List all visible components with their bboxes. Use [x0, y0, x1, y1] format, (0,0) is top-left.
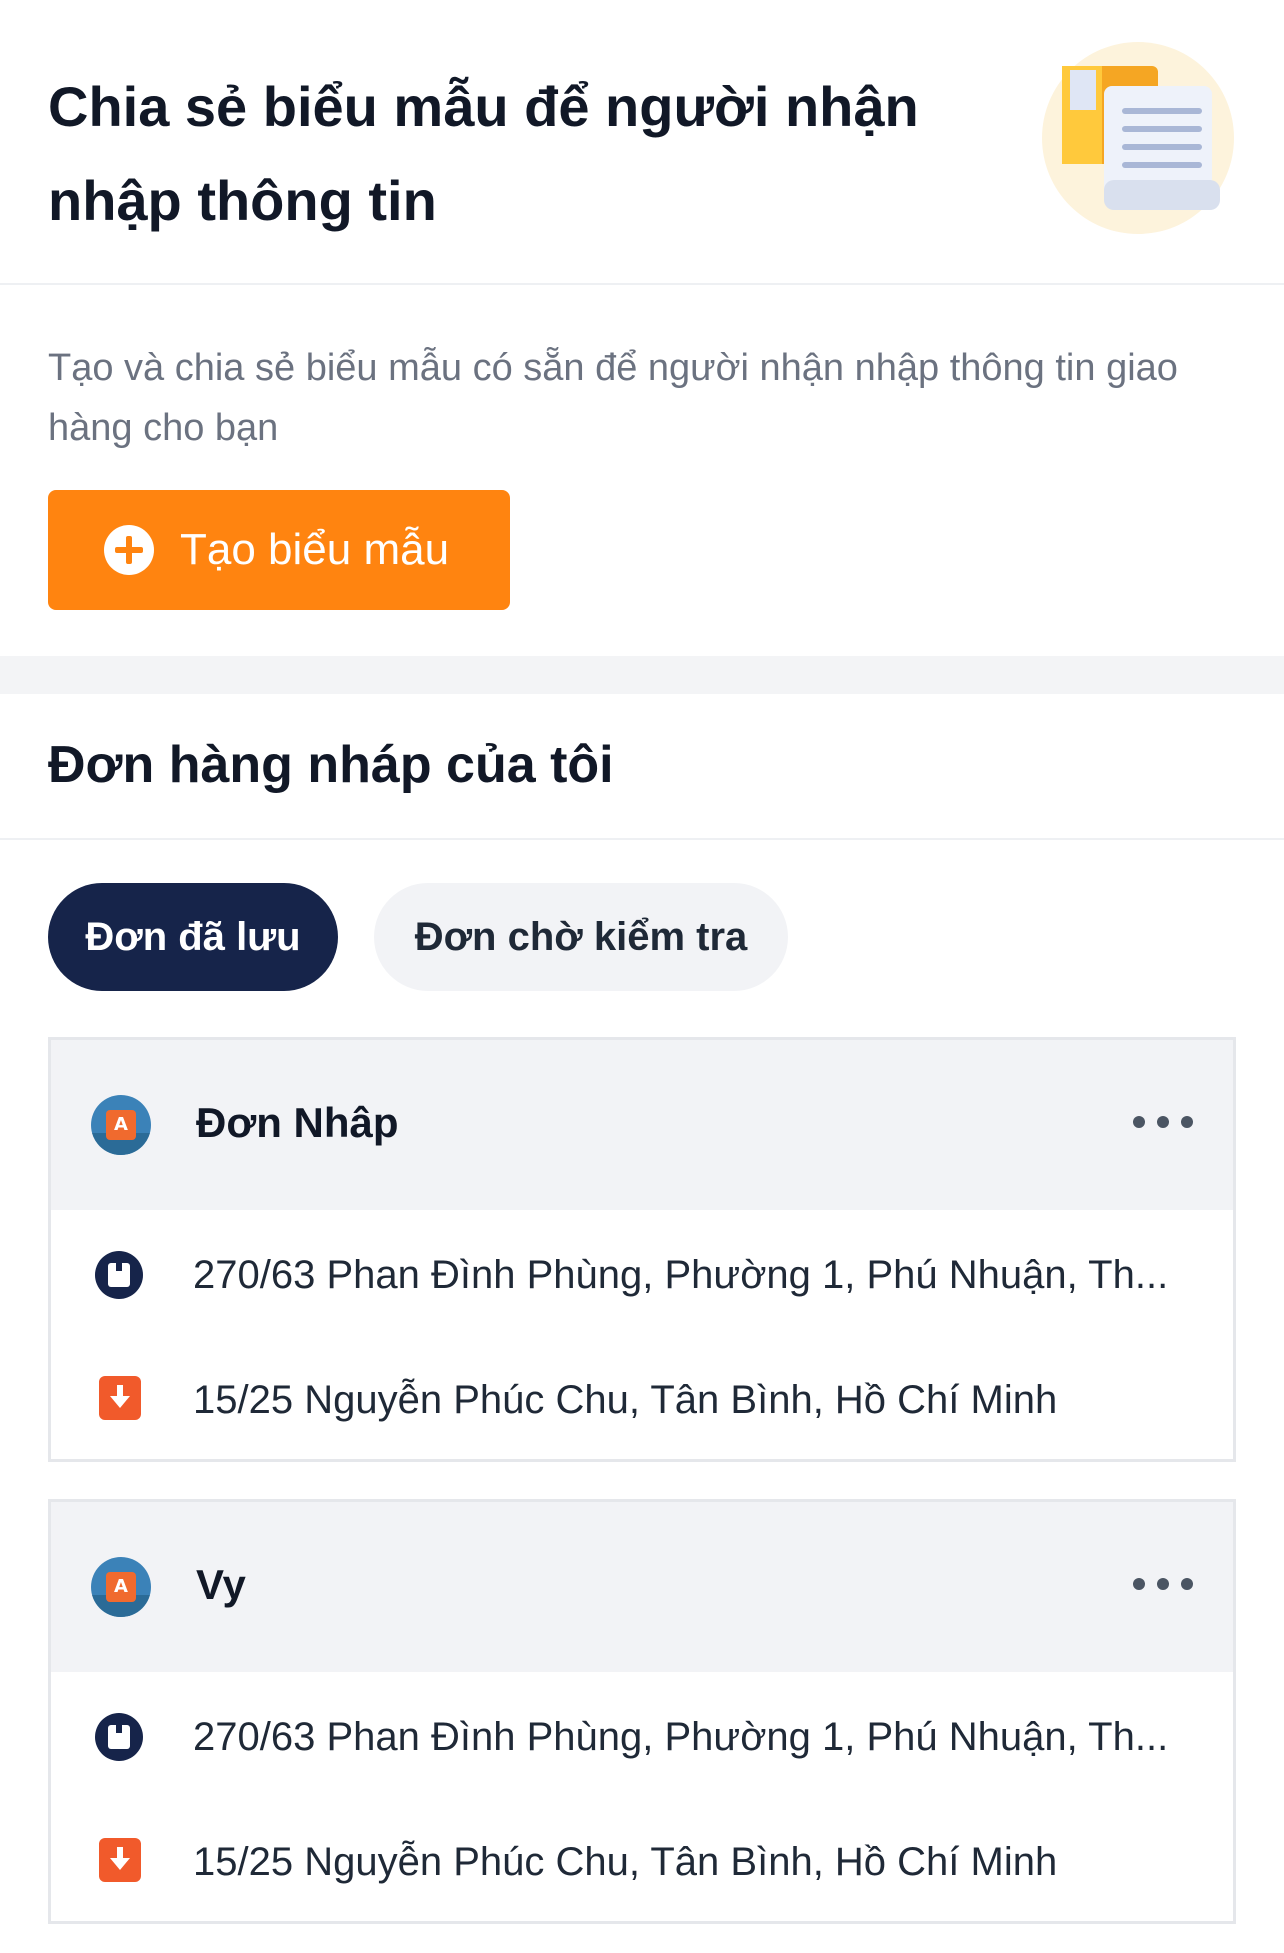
more-dot-icon: [1157, 1578, 1169, 1590]
drafts-title: Đơn hàng nháp của tôi: [48, 736, 614, 794]
dropoff-address-row: 15/25 Nguyễn Phúc Chu, Tân Bình, Hồ Chí …: [51, 1832, 1233, 1892]
pickup-location-icon: [95, 1251, 143, 1299]
pickup-address-row: 270/63 Phan Đình Phùng, Phường 1, Phú Nh…: [51, 1707, 1233, 1767]
pickup-address: 270/63 Phan Đình Phùng, Phường 1, Phú Nh…: [193, 1253, 1169, 1297]
more-dot-icon: [1157, 1116, 1169, 1128]
dropoff-address-row: 15/25 Nguyễn Phúc Chu, Tân Bình, Hồ Chí …: [51, 1370, 1233, 1430]
share-form-title: Chia sẻ biểu mẫu để người nhận nhập thôn…: [48, 75, 919, 232]
pickup-address-row: 270/63 Phan Đình Phùng, Phường 1, Phú Nh…: [51, 1245, 1233, 1305]
tab-saved-orders[interactable]: Đơn đã lưu: [48, 883, 338, 991]
draft-order-name: Vy: [196, 1561, 246, 1608]
section-divider: [0, 656, 1284, 694]
more-options-button[interactable]: [1133, 1564, 1193, 1604]
share-form-header: Chia sẻ biểu mẫu để người nhận nhập thôn…: [0, 0, 1284, 285]
dropoff-arrow-icon: [99, 1376, 141, 1420]
tab-pending-review[interactable]: Đơn chờ kiểm tra: [374, 883, 788, 991]
avatar: [91, 1095, 151, 1155]
more-options-button[interactable]: [1133, 1102, 1193, 1142]
dropoff-address: 15/25 Nguyễn Phúc Chu, Tân Bình, Hồ Chí …: [193, 1378, 1058, 1422]
draft-order-name: Đơn Nhâp: [196, 1099, 399, 1146]
create-form-button-label: Tạo biểu mẫu: [180, 525, 450, 574]
create-form-button[interactable]: Tạo biểu mẫu: [48, 490, 510, 610]
draft-order-header: Đơn Nhâp: [51, 1040, 1233, 1210]
more-dot-icon: [1133, 1116, 1145, 1128]
draft-order-header: Vy: [51, 1502, 1233, 1672]
more-dot-icon: [1181, 1578, 1193, 1590]
dropoff-address: 15/25 Nguyễn Phúc Chu, Tân Bình, Hồ Chí …: [193, 1840, 1058, 1884]
dropoff-arrow-icon: [99, 1838, 141, 1882]
more-dot-icon: [1181, 1116, 1193, 1128]
document-scroll-icon: [1042, 42, 1234, 234]
drafts-header: Đơn hàng nháp của tôi: [0, 694, 1284, 840]
draft-order-card[interactable]: Vy 270/63 Phan Đình Phùng, Phường 1, Phú…: [48, 1499, 1236, 1924]
more-dot-icon: [1133, 1578, 1145, 1590]
share-form-description: Tạo và chia sẻ biểu mẫu có sẵn để người …: [48, 347, 1178, 449]
pickup-address: 270/63 Phan Đình Phùng, Phường 1, Phú Nh…: [193, 1715, 1169, 1759]
avatar: [91, 1557, 151, 1617]
draft-order-card[interactable]: Đơn Nhâp 270/63 Phan Đình Phùng, Phường …: [48, 1037, 1236, 1462]
pickup-location-icon: [95, 1713, 143, 1761]
plus-circle-icon: [104, 525, 154, 575]
